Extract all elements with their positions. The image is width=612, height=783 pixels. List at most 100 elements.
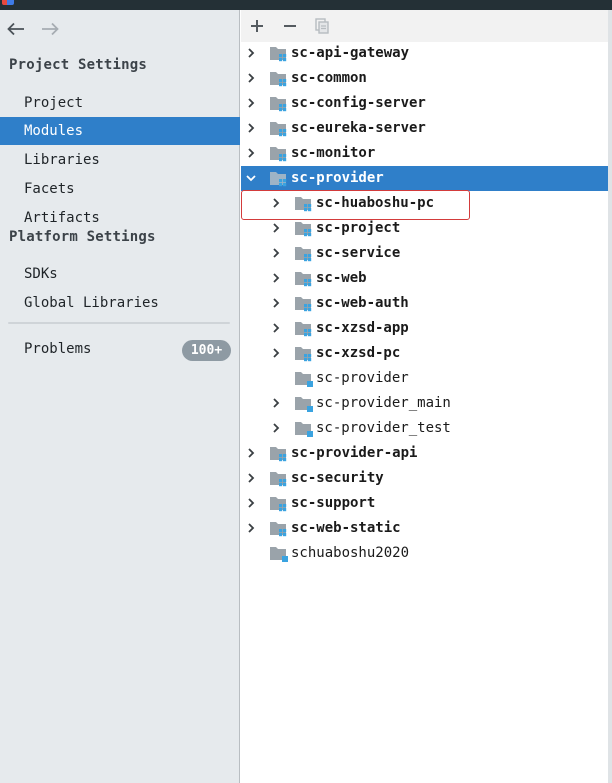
module-name-label: sc-common — [291, 70, 367, 86]
module-name-label: sc-support — [291, 495, 376, 511]
module-name-label: sc-provider — [291, 170, 384, 186]
module-tree-row[interactable]: sc-xzsd-app — [241, 316, 601, 341]
add-module-button[interactable] — [246, 15, 268, 37]
chevron-down-icon[interactable] — [245, 172, 257, 184]
module-folder-icon — [270, 497, 287, 512]
module-name-label: sc-provider — [316, 370, 409, 386]
module-tree-row[interactable]: sc-security — [241, 466, 601, 491]
module-folder-icon — [270, 97, 287, 112]
back-button[interactable] — [4, 18, 28, 40]
module-tree-row[interactable]: sc-web — [241, 266, 601, 291]
minus-icon — [284, 25, 296, 27]
module-tree-row[interactable]: sc-provider — [241, 166, 608, 191]
sidebar-item-label: Project — [24, 95, 84, 111]
module-name-label: sc-huaboshu-pc — [316, 195, 435, 211]
chevron-right-icon[interactable] — [270, 197, 282, 209]
chevron-right-icon[interactable] — [270, 222, 282, 234]
chevron-right-icon[interactable] — [270, 397, 282, 409]
module-tree-row[interactable]: sc-common — [241, 66, 601, 91]
module-name-label: sc-monitor — [291, 145, 376, 161]
problems-count-badge: 100+ — [182, 340, 231, 361]
module-name-label: sc-web-auth — [316, 295, 409, 311]
chevron-right-icon[interactable] — [245, 497, 257, 509]
sidebar-item-label: Problems — [24, 341, 92, 357]
module-name-label: sc-web — [316, 270, 367, 286]
module-name-label: sc-xzsd-pc — [316, 345, 401, 361]
chevron-right-icon[interactable] — [245, 472, 257, 484]
module-tree-row[interactable]: sc-xzsd-pc — [241, 341, 601, 366]
source-folder-icon — [295, 422, 313, 437]
module-folder-icon — [270, 72, 287, 87]
module-name-label: sc-provider_main — [316, 395, 451, 411]
chevron-right-icon[interactable] — [270, 297, 282, 309]
chevron-right-icon[interactable] — [270, 422, 282, 434]
sidebar-item-label: Artifacts — [24, 210, 100, 226]
module-tree-row[interactable]: sc-monitor — [241, 141, 601, 166]
module-name-label: sc-provider-api — [291, 445, 418, 461]
module-name-label: sc-config-server — [291, 95, 426, 111]
module-name-label: sc-service — [316, 245, 401, 261]
sidebar-item-label: Libraries — [24, 152, 100, 168]
sidebar-item-artifacts[interactable]: Artifacts — [0, 204, 240, 232]
module-tree-row[interactable]: sc-provider_test — [241, 416, 601, 441]
chevron-right-icon[interactable] — [270, 322, 282, 334]
sidebar-item-label: Global Libraries — [24, 295, 159, 311]
module-tree-row[interactable]: sc-web-auth — [241, 291, 601, 316]
module-tree-row[interactable]: sc-provider-api — [241, 441, 601, 466]
arrow-left-icon — [7, 22, 24, 36]
module-tree-row[interactable]: sc-provider_main — [241, 391, 601, 416]
chevron-right-icon[interactable] — [270, 247, 282, 259]
module-folder-icon — [295, 322, 312, 337]
module-tree-row[interactable]: sc-huaboshu-pc — [241, 191, 601, 216]
sidebar-item-facets[interactable]: Facets — [0, 175, 240, 203]
module-folder-icon — [295, 297, 312, 312]
app-logo-icon — [2, 0, 14, 5]
module-tree-row[interactable]: sc-eureka-server — [241, 116, 601, 141]
chevron-right-icon[interactable] — [245, 147, 257, 159]
chevron-right-icon[interactable] — [245, 47, 257, 59]
modules-toolbar — [241, 10, 608, 42]
sidebar-item-libraries[interactable]: Libraries — [0, 146, 240, 174]
module-name-label: sc-web-static — [291, 520, 401, 536]
chevron-right-icon[interactable] — [245, 72, 257, 84]
module-folder-icon — [270, 172, 287, 187]
chevron-right-icon[interactable] — [245, 447, 257, 459]
chevron-right-icon[interactable] — [270, 272, 282, 284]
scrollbar-track[interactable] — [608, 10, 612, 783]
module-folder-icon — [295, 347, 312, 362]
module-tree-row[interactable]: sc-api-gateway — [241, 41, 601, 66]
chevron-right-icon[interactable] — [245, 122, 257, 134]
module-tree-row[interactable]: sc-project — [241, 216, 601, 241]
sidebar-item-project[interactable]: Project — [0, 89, 240, 117]
chevron-right-icon[interactable] — [245, 522, 257, 534]
window-titlebar — [0, 0, 612, 10]
module-tree-row[interactable]: schuaboshu2020 — [241, 541, 601, 566]
module-tree-row[interactable]: sc-service — [241, 241, 601, 266]
forward-button[interactable] — [38, 18, 62, 40]
sidebar-item-label: Modules — [24, 123, 84, 139]
module-folder-icon — [270, 522, 287, 537]
module-folder-icon — [270, 472, 287, 487]
sidebar-item-global-libraries[interactable]: Global Libraries — [0, 289, 240, 317]
sidebar-item-label: SDKs — [24, 266, 58, 282]
module-folder-icon — [295, 222, 312, 237]
chevron-right-icon[interactable] — [270, 347, 282, 359]
chevron-right-icon[interactable] — [245, 97, 257, 109]
settings-sidebar: Project Settings Project Modules Libraries… — [0, 10, 240, 783]
module-folder-icon — [270, 447, 287, 462]
source-folder-icon — [295, 372, 313, 387]
module-name-label: sc-provider_test — [316, 420, 451, 436]
module-tree-row[interactable]: sc-config-server — [241, 91, 601, 116]
module-tree-row[interactable]: sc-provider — [241, 366, 601, 391]
sidebar-item-modules[interactable]: Modules — [0, 117, 240, 145]
source-folder-icon — [270, 547, 288, 562]
module-folder-icon — [270, 47, 287, 62]
module-tree-row[interactable]: sc-web-static — [241, 516, 601, 541]
arrow-right-icon — [42, 22, 59, 36]
remove-module-button[interactable] — [279, 15, 301, 37]
sidebar-divider — [8, 322, 230, 324]
module-tree-row[interactable]: sc-support — [241, 491, 601, 516]
sidebar-item-sdks[interactable]: SDKs — [0, 260, 240, 288]
module-name-label: schuaboshu2020 — [291, 545, 410, 561]
copy-module-button[interactable] — [311, 15, 333, 37]
